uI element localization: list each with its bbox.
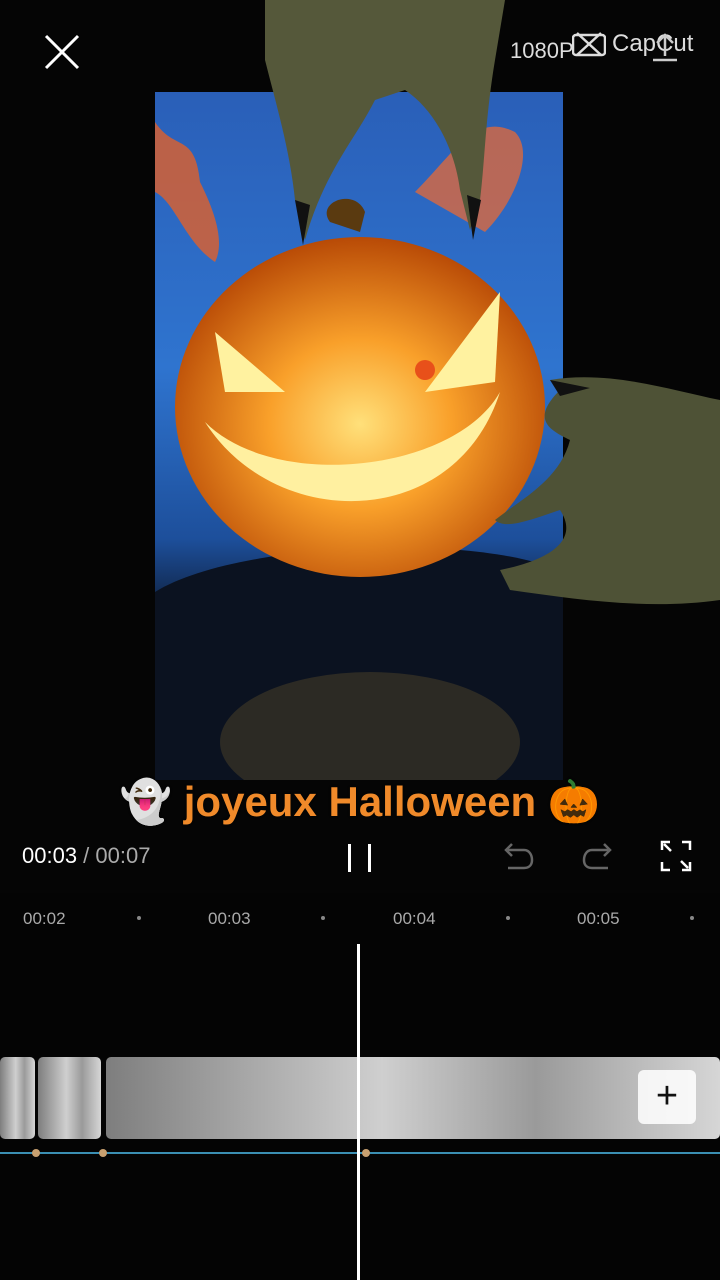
caption-label: joyeux Halloween [172, 778, 548, 825]
keyframe-marker[interactable] [362, 1149, 370, 1157]
keyframe-marker[interactable] [32, 1149, 40, 1157]
audio-track-line[interactable] [0, 1152, 720, 1154]
timeline-tick: 00:04 [393, 909, 436, 928]
ghost-icon: 👻 [119, 778, 173, 825]
witch-hand-right-image [495, 377, 720, 605]
close-icon[interactable] [40, 30, 84, 74]
video-clip[interactable] [38, 1057, 101, 1139]
undo-icon[interactable] [498, 836, 538, 876]
redo-icon[interactable] [578, 836, 618, 876]
time-separator: / [77, 843, 96, 868]
timeline-dot [690, 916, 694, 920]
caption-text[interactable]: 👻 joyeux Halloween 🎃 [0, 778, 720, 827]
pause-icon[interactable] [346, 842, 374, 874]
witch-hand-top-image [265, 0, 505, 245]
video-clip[interactable] [106, 1057, 720, 1139]
export-icon[interactable] [648, 30, 682, 64]
capcut-logo-icon [572, 32, 606, 57]
resolution-selector[interactable]: 1080P [510, 38, 574, 64]
timeline-tick: 00:05 [577, 909, 620, 928]
timeline-dot [506, 916, 510, 920]
pumpkin-icon: 🎃 [547, 778, 601, 825]
playhead[interactable] [357, 944, 360, 1280]
video-clip[interactable] [0, 1057, 35, 1139]
total-time: 00:07 [95, 843, 151, 868]
timeline-dot [137, 916, 141, 920]
current-time: 00:03 [22, 843, 78, 868]
timeline-tick: 00:02 [23, 909, 66, 928]
fullscreen-icon[interactable] [656, 836, 696, 876]
time-display: 00:03 / 00:07 [22, 843, 150, 869]
video-track[interactable] [0, 1057, 720, 1139]
add-clip-button[interactable]: + [638, 1070, 696, 1124]
timeline-dot [321, 916, 325, 920]
keyframe-marker[interactable] [99, 1149, 107, 1157]
timeline-tick: 00:03 [208, 909, 251, 928]
